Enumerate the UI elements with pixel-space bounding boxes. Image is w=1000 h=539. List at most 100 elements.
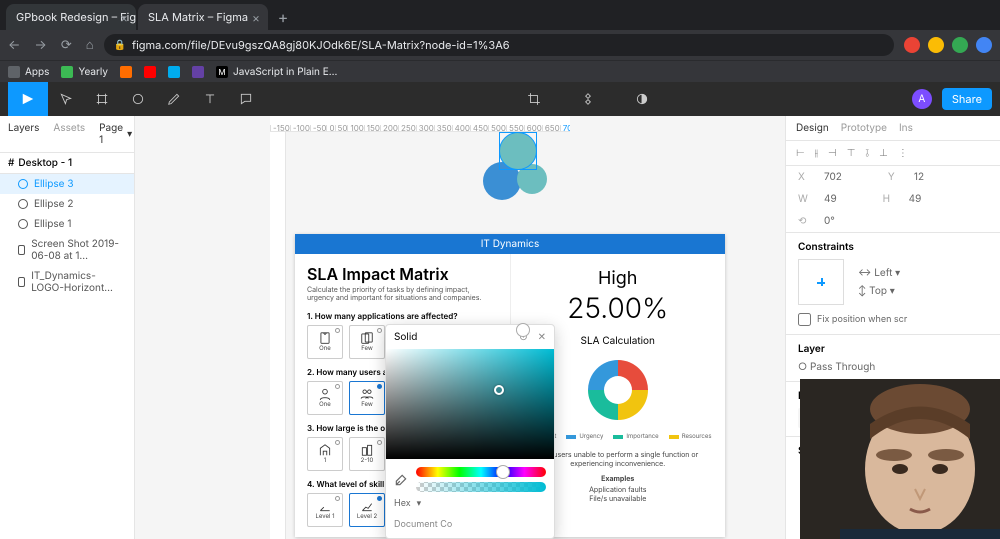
- rotation-value[interactable]: 0°: [824, 215, 835, 227]
- apps-button[interactable]: Apps: [8, 66, 49, 78]
- main-menu-button[interactable]: [8, 82, 48, 116]
- browser-tab[interactable]: SLA Matrix – Figma ×: [138, 4, 268, 30]
- hue-slider[interactable]: [416, 467, 546, 477]
- layer-name: Ellipse 3: [34, 178, 74, 190]
- option-card[interactable]: Level 2: [349, 493, 385, 527]
- component-icon[interactable]: [570, 82, 606, 116]
- url-text: figma.com/file/DEvu9gszQA8gj80KJOdk6E/SL…: [132, 38, 510, 52]
- option-card[interactable]: Level 1: [307, 493, 343, 527]
- chrome-bookmarks-bar: Apps Yearly MJavaScript in Plain E…: [0, 60, 1000, 82]
- inspect-tab[interactable]: Ins: [899, 122, 913, 134]
- extension-icon[interactable]: [976, 37, 992, 53]
- constraint-h[interactable]: ↔ Left ▾: [858, 267, 900, 279]
- option-card[interactable]: 2-10: [349, 437, 385, 471]
- option-card[interactable]: Few: [349, 325, 385, 359]
- design-tab[interactable]: Design: [796, 122, 829, 134]
- slider-handle[interactable]: [496, 465, 510, 479]
- layer-row[interactable]: Screen Shot 2019-06-08 at 1…: [0, 234, 134, 266]
- text-tool[interactable]: [192, 82, 228, 116]
- chrome-extensions: [904, 37, 992, 53]
- bookmark-item[interactable]: [168, 66, 180, 78]
- ruler-horizontal: -150-100-5005010015020025030035040045050…: [270, 116, 570, 132]
- layer-row[interactable]: Ellipse 2: [0, 194, 134, 214]
- assets-tab[interactable]: Assets: [53, 122, 85, 146]
- eyedropper-icon[interactable]: [394, 473, 408, 487]
- document-colors[interactable]: Document Co: [394, 515, 546, 530]
- ruler-tick: 400: [452, 125, 470, 131]
- frame-tool[interactable]: [84, 82, 120, 116]
- avatar[interactable]: A: [912, 89, 932, 109]
- fix-position-checkbox[interactable]: Fix position when scr: [798, 313, 988, 326]
- extension-icon[interactable]: [904, 37, 920, 53]
- share-button[interactable]: Share: [942, 88, 992, 110]
- radio-dot: [377, 496, 382, 501]
- constraints-widget[interactable]: [798, 259, 844, 305]
- extension-icon[interactable]: [928, 37, 944, 53]
- layers-panel: Layers Assets Page 1 ▾ #Desktop - 1 Elli…: [0, 116, 135, 539]
- tab-title: GPbook Redesign – Figma: [16, 10, 136, 24]
- align-bottom-icon[interactable]: ⊥: [879, 147, 888, 159]
- layer-row[interactable]: Ellipse 3: [0, 174, 134, 194]
- bookmark-item[interactable]: [120, 66, 132, 78]
- extension-icon[interactable]: [952, 37, 968, 53]
- ruler-tick: 350: [434, 125, 452, 131]
- align-top-icon[interactable]: ⊤: [847, 147, 856, 159]
- constraint-v[interactable]: ↕ Top ▾: [858, 285, 900, 297]
- layer-name: Ellipse 1: [34, 218, 71, 230]
- sla-title: SLA Impact Matrix: [307, 264, 498, 284]
- align-middle-icon[interactable]: ⫱: [865, 147, 869, 159]
- layer-row[interactable]: IT_Dynamics-LOGO-Horizont…: [0, 266, 134, 298]
- browser-tab[interactable]: GPbook Redesign – Figma ×: [6, 4, 136, 30]
- option-card[interactable]: One: [307, 325, 343, 359]
- distribute-icon[interactable]: ⋮: [898, 147, 908, 159]
- option-card[interactable]: Few: [349, 381, 385, 415]
- pen-tool[interactable]: [156, 82, 192, 116]
- bookmark-item[interactable]: MJavaScript in Plain E…: [216, 66, 337, 78]
- layers-tab[interactable]: Layers: [8, 122, 39, 146]
- forward-icon[interactable]: →: [34, 37, 46, 53]
- new-tab-button[interactable]: +: [270, 4, 296, 30]
- align-left-icon[interactable]: ⊢: [796, 147, 805, 159]
- chevron-down-icon[interactable]: ▾: [417, 498, 422, 509]
- blend-mode[interactable]: ○ Pass Through: [798, 361, 875, 373]
- bookmark-item[interactable]: Yearly: [61, 66, 108, 78]
- align-center-icon[interactable]: ⫲: [815, 147, 818, 159]
- close-icon[interactable]: ✕: [538, 331, 546, 343]
- reload-icon[interactable]: ⟳: [61, 37, 72, 53]
- impact-level: High: [523, 268, 714, 289]
- option-card[interactable]: One: [307, 381, 343, 415]
- w-value[interactable]: 49: [824, 193, 837, 205]
- close-icon[interactable]: ×: [252, 10, 260, 25]
- x-value[interactable]: 702: [824, 171, 842, 183]
- mask-icon[interactable]: [624, 82, 660, 116]
- radio-dot: [335, 496, 340, 501]
- ruler-tick: 0: [326, 125, 334, 131]
- back-icon[interactable]: ←: [8, 37, 20, 53]
- prototype-tab[interactable]: Prototype: [841, 122, 887, 134]
- figma-canvas[interactable]: -150-100-5005010015020025030035040045050…: [135, 116, 785, 539]
- layer-name: Ellipse 2: [34, 198, 73, 210]
- url-field[interactable]: 🔒 figma.com/file/DEvu9gszQA8gj80KJOdk6E/…: [104, 34, 894, 56]
- page-selector[interactable]: Page 1 ▾: [99, 122, 132, 146]
- bookmark-item[interactable]: [144, 66, 156, 78]
- bookmark-item[interactable]: [192, 66, 204, 78]
- shape-tool[interactable]: [120, 82, 156, 116]
- align-right-icon[interactable]: ⊣: [828, 147, 837, 159]
- alpha-slider[interactable]: [416, 482, 546, 492]
- color-picker[interactable]: Solid ⊙ ✕: [385, 324, 555, 539]
- color-mode[interactable]: Solid: [394, 331, 417, 343]
- y-value[interactable]: 12: [914, 171, 924, 183]
- layer-row[interactable]: Ellipse 1: [0, 214, 134, 234]
- slider-handle[interactable]: [516, 323, 530, 337]
- option-card[interactable]: 1: [307, 437, 343, 471]
- h-value[interactable]: 49: [909, 193, 922, 205]
- saturation-field[interactable]: [386, 349, 554, 459]
- close-icon[interactable]: ×: [120, 10, 128, 25]
- crop-icon[interactable]: [516, 82, 552, 116]
- image-icon: [18, 245, 25, 255]
- comment-tool[interactable]: [228, 82, 264, 116]
- home-icon[interactable]: ⌂: [86, 37, 94, 53]
- move-tool[interactable]: [48, 82, 84, 116]
- frame-row[interactable]: #Desktop - 1: [0, 152, 134, 174]
- color-cursor[interactable]: [494, 385, 504, 395]
